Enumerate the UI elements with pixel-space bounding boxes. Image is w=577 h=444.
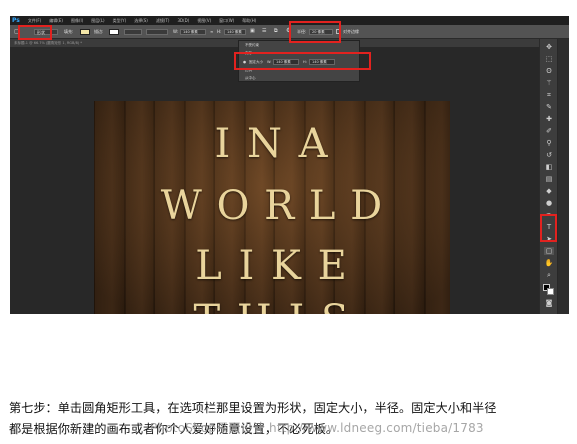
stroke-width-field[interactable] xyxy=(124,29,142,35)
highlight-mode-select xyxy=(18,25,52,40)
canvas-text-line-3: L I K E xyxy=(195,243,349,289)
ps-logo: Ps xyxy=(12,17,20,24)
menu-type[interactable]: 类型(Y) xyxy=(109,18,131,24)
screenshot-stage: Ps 文件(F) 编辑(E) 图像(I) 图层(L) 类型(Y) 选择(S) 滤… xyxy=(0,0,577,444)
quick-mask-icon[interactable]: ◙ xyxy=(544,299,554,307)
menu-image[interactable]: 图像(I) xyxy=(67,18,87,24)
height-field[interactable]: 140 像素 xyxy=(224,29,246,35)
height-label: H: xyxy=(217,29,222,34)
photoshop-window: Ps 文件(F) 编辑(E) 图像(I) 图层(L) 类型(Y) 选择(S) 滤… xyxy=(10,16,569,314)
fill-swatch[interactable] xyxy=(80,29,90,35)
menu-filter[interactable]: 滤镜(T) xyxy=(152,18,174,24)
move-icon[interactable]: ✥ xyxy=(544,43,554,51)
history-brush-icon[interactable]: ↺ xyxy=(544,151,554,159)
healing-icon[interactable]: ✚ xyxy=(544,115,554,123)
tools-panel: ✥ ⬚ ʘ ⚚ ⌗ ✎ ✚ ✐ ⚲ ↺ ◧ ▤ ◆ ● ✒ T ➤ ▢ ✋ ⌕ … xyxy=(539,39,557,314)
highlight-rounded-rect-tool xyxy=(540,214,557,242)
stroke-type-select[interactable] xyxy=(146,29,168,35)
menu-layer[interactable]: 图层(L) xyxy=(87,18,108,24)
menu-3d[interactable]: 3D(D) xyxy=(173,18,193,23)
zoom-icon[interactable]: ⌕ xyxy=(544,271,554,279)
hand-icon[interactable]: ✋ xyxy=(544,259,554,267)
canvas-text-line-1: I N A xyxy=(214,121,330,167)
magic-wand-icon[interactable]: ⚚ xyxy=(544,79,554,87)
canvas-text-line-4: T H I S xyxy=(94,297,450,314)
stroke-label: 描边: xyxy=(94,29,104,34)
highlight-radius-field xyxy=(289,21,341,43)
canvas-text-line-2: W O R L D xyxy=(160,183,384,229)
canvas-wood-image[interactable]: I N A W O R L D L I K E T H I S xyxy=(94,101,450,314)
align-edges-label: 对齐边缘 xyxy=(343,29,359,34)
fill-label: 填充: xyxy=(64,29,74,34)
background-color-swatch[interactable] xyxy=(547,288,554,295)
option-from-center[interactable]: 从中心 xyxy=(245,76,256,81)
path-align-icon[interactable]: ☰ xyxy=(262,28,266,34)
crop-icon[interactable]: ⌗ xyxy=(544,91,554,99)
height-value: 140 像素 xyxy=(227,30,242,34)
link-icon[interactable]: ∞ xyxy=(210,29,213,34)
menu-help[interactable]: 帮助(H) xyxy=(238,18,260,24)
stamp-icon[interactable]: ⚲ xyxy=(544,139,554,147)
highlight-fixed-size xyxy=(234,52,371,70)
caption-line-1: 第七步：单击圆角矩形工具，在选项栏那里设置为形状，固定大小，半径。固定大小和半径 xyxy=(9,401,497,415)
menu-edit[interactable]: 编辑(E) xyxy=(45,18,67,24)
path-ops-icon[interactable]: ▣ xyxy=(250,28,255,34)
option-unconstrained[interactable]: 不受约束 xyxy=(245,43,259,48)
width-field[interactable]: 140 像素 xyxy=(180,29,206,35)
width-label: W: xyxy=(173,29,179,34)
brush-icon[interactable]: ✐ xyxy=(544,127,554,135)
width-value: 140 像素 xyxy=(183,30,198,34)
right-panel-strip xyxy=(558,39,569,314)
menu-window[interactable]: 窗口(W) xyxy=(215,18,238,24)
menu-select[interactable]: 选择(S) xyxy=(130,18,152,24)
marquee-icon[interactable]: ⬚ xyxy=(544,55,554,63)
stroke-swatch[interactable] xyxy=(109,29,119,35)
gradient-icon[interactable]: ▤ xyxy=(544,175,554,183)
rounded-rectangle-tool-icon[interactable]: ▢ xyxy=(544,247,554,255)
blur-icon[interactable]: ◆ xyxy=(544,187,554,195)
eyedropper-icon[interactable]: ✎ xyxy=(544,103,554,111)
menu-file[interactable]: 文件(F) xyxy=(24,18,45,24)
menu-view[interactable]: 视图(V) xyxy=(193,18,215,24)
lasso-icon[interactable]: ʘ xyxy=(544,67,554,75)
eraser-icon[interactable]: ◧ xyxy=(544,163,554,171)
path-arrange-icon[interactable]: ⧉ xyxy=(274,28,278,34)
watermark: PhotoShop平面设计 http://www.ldneeg.com/tieb… xyxy=(150,421,484,435)
dodge-icon[interactable]: ● xyxy=(544,199,554,207)
